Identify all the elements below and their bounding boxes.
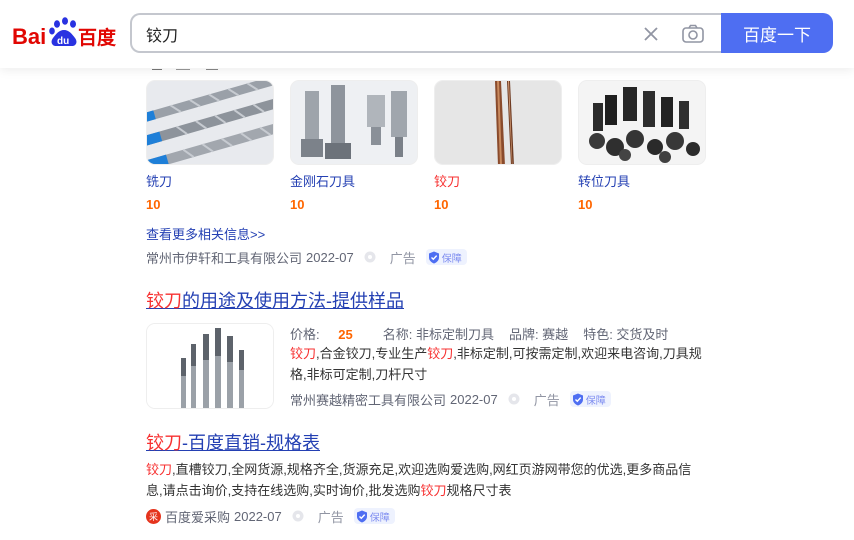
camera-icon[interactable] — [681, 23, 705, 45]
product-card[interactable]: 铣刀 10 — [146, 80, 274, 213]
source-date: 2022-07 — [234, 508, 282, 524]
product-name[interactable]: 转位刀具 — [578, 174, 706, 190]
result-description: 铰刀,直槽铰刀,全网货源,规格齐全,货源充足,欢迎选购爱选购,网红页游网带您的优… — [146, 459, 702, 501]
desc-text: ,合金铰刀,专业生产 — [316, 346, 428, 361]
product-card[interactable]: 金刚石刀具 10 — [290, 80, 418, 213]
product-name[interactable]: 铣刀 — [146, 174, 274, 190]
result-source-line: 常州赛越精密工具有限公司 2022-07 广告 保障 — [290, 390, 611, 408]
svg-text:Bai: Bai — [12, 24, 46, 49]
price-attr: 价格: 25 — [290, 324, 368, 343]
guarantee-badge[interactable]: 保障 — [569, 391, 611, 407]
shield-check-icon — [428, 251, 439, 263]
desc-highlight: 铰刀 — [146, 462, 173, 477]
search-input[interactable] — [146, 23, 626, 45]
baidu-logo[interactable]: Bai du 百度 — [12, 16, 116, 50]
product-price: 10 — [434, 197, 449, 212]
desc-text: 规格尺寸表 — [446, 483, 512, 498]
svg-text:百度: 百度 — [78, 26, 116, 49]
product-card[interactable]: 铰刀 10 — [434, 80, 562, 213]
ad-label[interactable]: 广告 — [534, 390, 560, 409]
result-image[interactable] — [146, 323, 274, 409]
product-image[interactable] — [578, 80, 706, 165]
shield-check-icon — [356, 510, 367, 522]
title-text: -百度直销-规格表 — [182, 433, 320, 453]
product-price: 10 — [290, 197, 305, 212]
attr-feature: 特色: 交货及时 — [583, 327, 669, 342]
ad-label[interactable]: 广告 — [390, 248, 416, 267]
shield-check-icon — [572, 393, 583, 405]
source-date: 2022-07 — [450, 391, 498, 407]
title-highlight: 铰刀 — [146, 433, 182, 453]
info-dot-icon[interactable] — [364, 251, 376, 263]
product-name[interactable]: 金刚石刀具 — [290, 174, 418, 190]
result-source-line: 采 百度爱采购 2022-07 广告 保障 — [146, 507, 395, 525]
guarantee-badge[interactable]: 保障 — [353, 508, 395, 524]
source-company[interactable]: 百度爱采购 — [165, 507, 230, 526]
search-box[interactable] — [130, 13, 722, 53]
product-image[interactable] — [434, 80, 562, 165]
attr-brand: 品牌: 赛越 — [508, 327, 569, 342]
product-cards: 铣刀 10 金刚石刀具 10 铰刀 10 转位刀具 10 — [146, 80, 716, 216]
source-date: 2022-07 — [306, 249, 354, 265]
result-attributes: 价格: 25 名称: 非标定制刀具 品牌: 赛越 特色: 交货及时 — [290, 324, 683, 343]
guarantee-label: 保障 — [369, 512, 390, 524]
source-company[interactable]: 常州赛越精密工具有限公司 — [290, 390, 446, 409]
source-company[interactable]: 常州市伊轩和工具有限公司 — [146, 248, 302, 267]
product-price: 10 — [578, 197, 593, 212]
result-description: 铰刀,合金铰刀,专业生产铰刀,非标定制,可按需定制,欢迎来电咨询,刀具规格,非标… — [290, 343, 708, 385]
product-image[interactable] — [146, 80, 274, 165]
svg-text:du: du — [57, 36, 69, 47]
clear-icon[interactable] — [640, 23, 662, 45]
ad-source-line: 常州市伊轩和工具有限公司 2022-07 广告 保障 — [146, 248, 467, 266]
more-info-link[interactable]: 查看更多相关信息>> — [146, 224, 265, 243]
result-title[interactable]: 铰刀的用途及使用方法-提供样品 — [146, 290, 404, 312]
price-label: 价格: — [290, 327, 320, 342]
price-value: 25 — [338, 327, 353, 342]
desc-highlight: 铰刀 — [420, 483, 447, 498]
guarantee-label: 保障 — [441, 253, 462, 265]
attr-name: 名称: 非标定制刀具 — [382, 327, 494, 342]
info-dot-icon[interactable] — [508, 393, 520, 405]
product-image[interactable] — [290, 80, 418, 165]
search-button[interactable]: 百度一下 — [721, 13, 833, 53]
guarantee-label: 保障 — [585, 395, 606, 407]
result-title[interactable]: 铰刀-百度直销-规格表 — [146, 432, 320, 454]
aicaigou-icon: 采 — [146, 508, 161, 524]
product-card[interactable]: 转位刀具 10 — [578, 80, 706, 213]
info-dot-icon[interactable] — [292, 510, 304, 522]
title-text: 的用途及使用方法-提供样品 — [182, 291, 404, 311]
desc-highlight: 铰刀 — [290, 346, 317, 361]
desc-text: ,直槽铰刀,全网货源,规格齐全,货源充足,欢迎选购爱选购,网红页游网带您的优选,… — [146, 462, 692, 498]
desc-highlight: 铰刀 — [427, 346, 454, 361]
product-name[interactable]: 铰刀 — [434, 174, 562, 190]
top-bar: Bai du 百度 百度一下 — [0, 0, 854, 68]
guarantee-badge[interactable]: 保障 — [425, 249, 467, 265]
ad-label[interactable]: 广告 — [318, 507, 344, 526]
title-highlight: 铰刀 — [146, 291, 182, 311]
product-price: 10 — [146, 197, 161, 212]
